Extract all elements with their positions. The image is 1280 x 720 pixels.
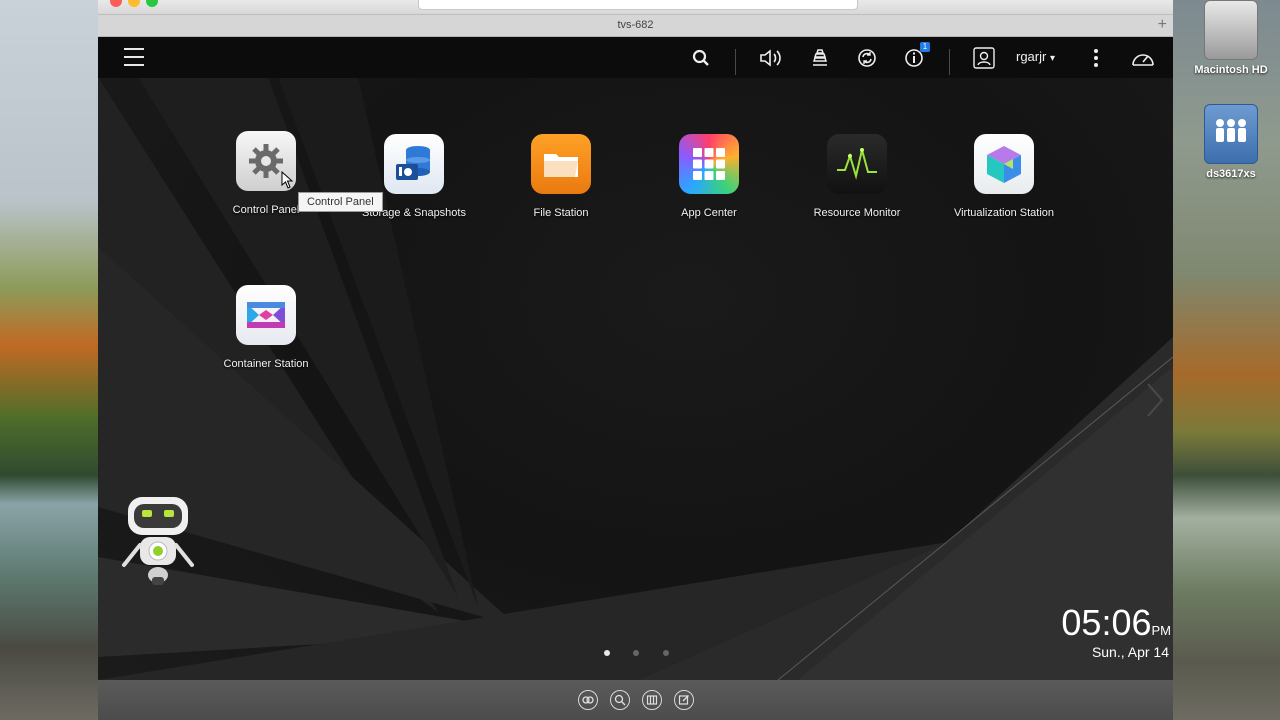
notification-badge: 1 xyxy=(920,42,930,52)
notification-icon[interactable]: 1 xyxy=(901,42,930,71)
browser-window: tvs-682 + 1 rgarjr ▾ Control Panel Stora… xyxy=(98,0,1173,720)
toolbar-divider xyxy=(949,49,950,75)
desktop-icon-macintosh-hd[interactable]: Macintosh HD xyxy=(1190,0,1272,76)
robot-icon xyxy=(122,497,194,585)
app-resource-monitor[interactable]: Resource Monitor xyxy=(782,134,932,219)
app-grid-icon xyxy=(679,134,739,194)
app-label: Virtualization Station xyxy=(953,207,1055,219)
container-icon xyxy=(236,285,296,345)
desktop-icon-label: Macintosh HD xyxy=(1194,64,1268,76)
new-tab-button[interactable]: + xyxy=(1158,15,1167,35)
sync-icon[interactable] xyxy=(854,45,880,71)
app-label: App Center xyxy=(681,207,737,219)
app-tooltip: Control Panel xyxy=(298,192,383,212)
clock-date: Sun., Apr 14 xyxy=(1091,644,1169,660)
app-label: File Station xyxy=(533,207,589,219)
app-container-station[interactable]: Container Station xyxy=(191,285,341,370)
background-tasks-icon[interactable] xyxy=(807,45,833,71)
qts-desktop: 1 rgarjr ▾ Control Panel Storage & Snaps… xyxy=(98,37,1173,720)
page-dot-1[interactable] xyxy=(604,650,610,656)
folder-icon xyxy=(531,134,591,194)
qboost-robot-assistant[interactable] xyxy=(118,495,198,587)
address-bar[interactable] xyxy=(418,0,858,10)
desktop-icon-label: ds3617xs xyxy=(1206,168,1256,180)
tab-bar: tvs-682 + xyxy=(98,15,1173,37)
more-options-icon[interactable] xyxy=(1083,45,1109,71)
user-avatar-icon[interactable] xyxy=(971,45,997,71)
page-dot-3[interactable] xyxy=(663,650,669,656)
close-window-button[interactable] xyxy=(110,0,122,7)
toolbar-divider xyxy=(735,49,736,75)
hard-drive-icon xyxy=(1204,0,1258,60)
desktop-clock: 05:06PM Sun., Apr 14 xyxy=(1061,602,1171,660)
chevron-right-icon[interactable] xyxy=(1145,382,1165,418)
dock-link-icon[interactable] xyxy=(578,690,598,710)
app-file-station[interactable]: File Station xyxy=(486,134,636,219)
chevron-down-icon: ▾ xyxy=(1049,53,1055,64)
qts-topbar: 1 rgarjr ▾ xyxy=(98,37,1173,78)
zoom-window-button[interactable] xyxy=(146,0,158,7)
user-name-label: rgarjr xyxy=(1016,49,1047,64)
app-label: Resource Monitor xyxy=(813,207,901,219)
browser-toolbar xyxy=(98,0,1173,15)
mouse-cursor-icon xyxy=(281,171,294,189)
app-virtualization-station[interactable]: Virtualization Station xyxy=(929,134,1079,219)
minimize-window-button[interactable] xyxy=(128,0,140,7)
dashboard-gauge-icon[interactable] xyxy=(1130,45,1156,71)
search-icon[interactable] xyxy=(688,45,714,71)
dock-columns-icon[interactable] xyxy=(642,690,662,710)
pulse-chart-icon xyxy=(827,134,887,194)
people-icon xyxy=(1216,119,1246,142)
app-label: Container Station xyxy=(223,358,309,370)
app-app-center[interactable]: App Center xyxy=(634,134,784,219)
page-dot-2[interactable] xyxy=(633,650,639,656)
clock-time: 05:06 xyxy=(1061,602,1152,643)
page-indicator xyxy=(98,650,1173,660)
tab-title[interactable]: tvs-682 xyxy=(617,19,653,31)
cube-icon xyxy=(974,134,1034,194)
dock-edit-icon[interactable] xyxy=(674,690,694,710)
database-snapshot-icon xyxy=(384,134,444,194)
desktop-icon-ds3617xs[interactable]: ds3617xs xyxy=(1190,104,1272,180)
user-menu[interactable]: rgarjr ▾ xyxy=(1016,49,1055,64)
volume-icon[interactable] xyxy=(758,45,784,71)
bottom-dock xyxy=(98,680,1173,720)
clock-ampm: PM xyxy=(1151,623,1172,638)
dock-search-icon[interactable] xyxy=(610,690,630,710)
network-share-icon xyxy=(1204,104,1258,164)
desktop-wallpaper-left xyxy=(0,0,98,720)
main-menu-button[interactable] xyxy=(120,46,148,68)
